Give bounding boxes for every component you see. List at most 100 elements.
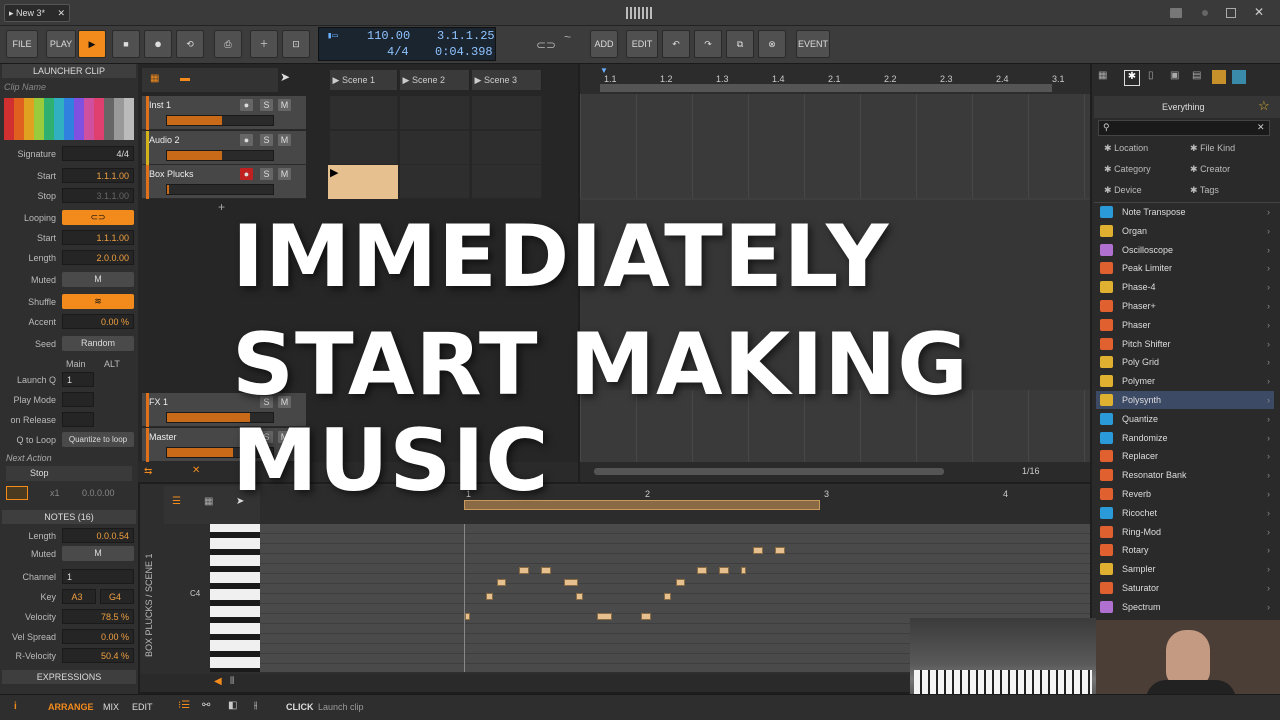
file-menu-button[interactable]: FILE bbox=[6, 30, 38, 58]
onrelease-select[interactable] bbox=[62, 412, 94, 427]
user-icon[interactable] bbox=[1212, 70, 1226, 84]
chevron-right-icon[interactable]: › bbox=[1267, 466, 1270, 484]
mute-button[interactable]: M bbox=[278, 168, 291, 180]
record-arm-button[interactable]: ● bbox=[240, 134, 253, 146]
chevron-right-icon[interactable]: › bbox=[1267, 335, 1270, 353]
clip-play-icon[interactable]: ▶ bbox=[330, 166, 338, 179]
browser-item[interactable]: Polysynth › bbox=[1096, 391, 1274, 409]
next-action-count[interactable]: x1 bbox=[50, 488, 60, 498]
automation-button[interactable]: ⟲ bbox=[176, 30, 204, 58]
browser-item[interactable]: Organ › bbox=[1096, 222, 1274, 240]
print-button[interactable]: ⎙ bbox=[214, 30, 242, 58]
metronome-icon[interactable]: ▮▭ bbox=[327, 31, 338, 41]
browser-item[interactable]: Oscilloscope › bbox=[1096, 241, 1274, 259]
project-tab[interactable]: ▸ New 3* ✕ bbox=[4, 4, 70, 22]
browser-item[interactable]: Quantize › bbox=[1096, 410, 1274, 428]
clip-icon[interactable]: ▤ bbox=[1192, 70, 1201, 81]
add-track-plus-icon[interactable]: + bbox=[218, 200, 225, 214]
redo-button[interactable]: ↷ bbox=[694, 30, 722, 58]
midi-note[interactable] bbox=[497, 579, 506, 586]
track-name[interactable]: Audio 2 bbox=[149, 135, 180, 145]
chevron-right-icon[interactable]: › bbox=[1267, 429, 1270, 447]
close-window-icon[interactable]: ✕ bbox=[1254, 5, 1264, 19]
edit-tab[interactable]: EDIT bbox=[132, 702, 153, 712]
midi-note[interactable] bbox=[541, 567, 551, 574]
midi-note[interactable] bbox=[576, 593, 583, 600]
browser-item[interactable]: Rotary › bbox=[1096, 541, 1274, 559]
chevron-right-icon[interactable]: › bbox=[1267, 410, 1270, 428]
midi-note[interactable] bbox=[641, 613, 651, 620]
grid-view-icon[interactable]: ▦ bbox=[150, 73, 159, 84]
add-button[interactable]: ADD bbox=[590, 30, 618, 58]
track-name[interactable]: Inst 1 bbox=[149, 100, 171, 110]
accent-field[interactable]: 0.00 % bbox=[62, 314, 134, 329]
browser-item[interactable]: Phase-4 › bbox=[1096, 278, 1274, 296]
chevron-right-icon[interactable]: › bbox=[1267, 222, 1270, 240]
shuffle-toggle[interactable]: ≋ bbox=[62, 294, 134, 309]
next-action-select[interactable]: Stop bbox=[6, 466, 132, 481]
launcher-options-icon[interactable]: ⇆ bbox=[144, 466, 152, 477]
undo-button[interactable]: ↶ bbox=[662, 30, 690, 58]
track-name[interactable]: Master bbox=[149, 432, 177, 442]
browser-item[interactable]: Peak Limiter › bbox=[1096, 259, 1274, 277]
clip-slot[interactable] bbox=[330, 96, 398, 130]
next-action-position[interactable]: 0.0.0.00 bbox=[82, 488, 115, 498]
chevron-right-icon[interactable]: › bbox=[1267, 523, 1270, 541]
browser-item[interactable]: Sampler › bbox=[1096, 560, 1274, 578]
cloud-icon[interactable] bbox=[1232, 70, 1246, 84]
midi-note[interactable] bbox=[741, 567, 746, 574]
clip-slot[interactable] bbox=[400, 131, 470, 165]
browser-item[interactable]: Phaser+ › bbox=[1096, 297, 1274, 315]
browser-search-input[interactable]: ⚲ ✕ bbox=[1098, 120, 1270, 136]
browser-item[interactable]: Note Transpose › bbox=[1096, 203, 1274, 221]
midi-note[interactable] bbox=[564, 579, 578, 586]
midi-note[interactable] bbox=[753, 547, 763, 554]
expressions-header[interactable]: EXPRESSIONS bbox=[2, 670, 136, 684]
clip-slot[interactable] bbox=[472, 131, 542, 165]
velocity-field[interactable]: 78.5 % bbox=[62, 609, 134, 624]
delete-button[interactable]: ⊗ bbox=[758, 30, 786, 58]
chevron-right-icon[interactable]: › bbox=[1267, 504, 1270, 522]
loop-start-field[interactable]: 1.1.1.00 bbox=[62, 230, 134, 245]
arranger-scrollbar[interactable]: 1/16 bbox=[580, 462, 1090, 482]
clip-slot[interactable] bbox=[472, 96, 542, 130]
volume-fader[interactable] bbox=[166, 150, 274, 161]
preset-icon[interactable]: ▣ bbox=[1170, 70, 1179, 81]
scene-3[interactable]: ▶ Scene 3 bbox=[472, 70, 542, 90]
playmode-select[interactable] bbox=[62, 392, 94, 407]
expression-lane-icon[interactable]: ⫴ bbox=[230, 676, 234, 687]
browser-item[interactable]: Poly Grid › bbox=[1096, 353, 1274, 371]
track-header[interactable]: Audio 2 ● S M bbox=[142, 131, 306, 165]
qtoloop-select[interactable]: Quantize to loop bbox=[62, 432, 134, 447]
favorite-star-icon[interactable]: ☆ bbox=[1258, 98, 1270, 114]
midi-note[interactable] bbox=[486, 593, 493, 600]
midi-note[interactable] bbox=[676, 579, 685, 586]
chevron-right-icon[interactable]: › bbox=[1267, 372, 1270, 390]
browser-item[interactable]: Polymer › bbox=[1096, 372, 1274, 390]
track-header[interactable]: Box Plucks ● S M bbox=[142, 165, 306, 199]
browser-item[interactable]: Phaser › bbox=[1096, 316, 1274, 334]
stop-all-icon[interactable]: ✕ bbox=[192, 465, 200, 476]
velspread-field[interactable]: 0.00 % bbox=[62, 629, 134, 644]
info-icon[interactable]: i bbox=[14, 701, 17, 712]
midi-note[interactable] bbox=[719, 567, 729, 574]
clear-search-icon[interactable]: ✕ bbox=[1257, 122, 1265, 133]
list-view-icon[interactable]: ▬ bbox=[180, 73, 190, 84]
midi-note[interactable] bbox=[597, 613, 612, 620]
browser-filter[interactable]: ✱ Creator bbox=[1190, 164, 1230, 175]
arrange-tab[interactable]: ARRANGE bbox=[48, 702, 94, 712]
mute-button[interactable]: M bbox=[278, 134, 291, 146]
stop-button[interactable]: ■ bbox=[112, 30, 140, 58]
browser-item[interactable]: Resonator Bank › bbox=[1096, 466, 1274, 484]
minimize-icon[interactable] bbox=[1202, 10, 1208, 16]
clip-color-palette[interactable] bbox=[4, 98, 134, 140]
signature-field[interactable]: 4/4 bbox=[62, 146, 134, 161]
mix-tab[interactable]: MIX bbox=[103, 702, 119, 712]
chevron-right-icon[interactable]: › bbox=[1267, 579, 1270, 597]
browser-filter[interactable]: ✱ File Kind bbox=[1190, 143, 1235, 154]
zoom-value[interactable]: 1/16 bbox=[1022, 466, 1040, 476]
channel-select[interactable]: 1 bbox=[62, 569, 134, 584]
chevron-right-icon[interactable]: › bbox=[1267, 560, 1270, 578]
browser-item[interactable]: Pitch Shifter › bbox=[1096, 335, 1274, 353]
clip-slot[interactable] bbox=[330, 131, 398, 165]
